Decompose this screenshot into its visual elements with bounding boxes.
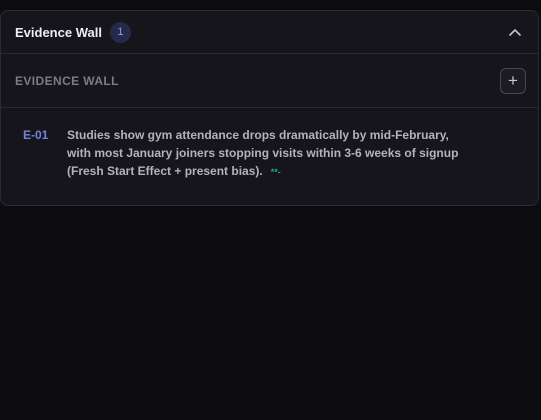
chevron-up-icon [509, 29, 521, 36]
add-evidence-button[interactable]: + [500, 67, 526, 94]
evidence-wall-panel: Evidence Wall 1 EVIDENCE WALL + E-01 Stu… [0, 10, 539, 206]
evidence-marker: **- [270, 167, 281, 177]
evidence-text: Studies show gym attendance drops dramat… [67, 126, 467, 181]
collapse-button[interactable] [506, 23, 524, 41]
panel-title: Evidence Wall [15, 24, 102, 40]
section-title: EVIDENCE WALL [15, 73, 119, 88]
panel-header[interactable]: Evidence Wall 1 [1, 11, 538, 54]
evidence-id: E-01 [23, 128, 49, 142]
evidence-text-body: Studies show gym attendance drops dramat… [67, 128, 459, 178]
evidence-count-badge: 1 [109, 21, 131, 43]
evidence-item[interactable]: E-01 Studies show gym attendance drops d… [1, 108, 538, 181]
section-header: EVIDENCE WALL + [1, 54, 538, 108]
